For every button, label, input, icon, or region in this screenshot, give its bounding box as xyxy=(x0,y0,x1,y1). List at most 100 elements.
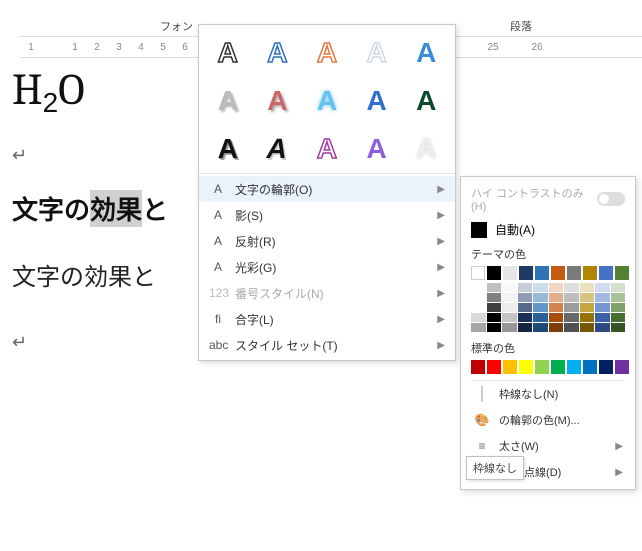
text-effect-preset[interactable]: A xyxy=(255,79,301,123)
menu-item-影(S)[interactable]: A影(S)▶ xyxy=(199,202,455,228)
color-swatch[interactable] xyxy=(471,323,486,332)
auto-color-option[interactable]: 自動(A) xyxy=(471,221,625,238)
text-effect-preset[interactable]: A xyxy=(255,127,301,171)
text-effect-preset[interactable]: A xyxy=(304,79,350,123)
text-effect-preset[interactable]: A xyxy=(205,79,251,123)
color-swatch[interactable] xyxy=(580,313,595,322)
color-swatch[interactable] xyxy=(533,303,548,312)
color-swatch[interactable] xyxy=(518,283,533,292)
text-effect-preset[interactable]: A xyxy=(255,31,301,75)
color-swatch[interactable] xyxy=(518,323,533,332)
text-effect-preset[interactable]: A xyxy=(354,79,400,123)
color-swatch[interactable] xyxy=(583,266,597,280)
color-swatch[interactable] xyxy=(599,360,613,374)
color-swatch[interactable] xyxy=(595,313,610,322)
color-swatch[interactable] xyxy=(580,283,595,292)
color-swatch[interactable] xyxy=(567,266,581,280)
text-effect-preset[interactable]: A xyxy=(403,79,449,123)
color-swatch[interactable] xyxy=(580,303,595,312)
text-effect-preset[interactable]: A xyxy=(304,31,350,75)
color-swatch[interactable] xyxy=(580,293,595,302)
color-swatch[interactable] xyxy=(611,293,626,302)
color-swatch[interactable] xyxy=(564,323,579,332)
color-swatch[interactable] xyxy=(487,323,502,332)
text-effects-dropdown[interactable]: AAAAAAAAAAAAAAA A文字の輪郭(O)▶A影(S)▶A反射(R)▶A… xyxy=(198,24,456,361)
color-swatch[interactable] xyxy=(551,360,565,374)
color-swatch[interactable] xyxy=(549,323,564,332)
text-effect-preset[interactable]: A xyxy=(205,31,251,75)
color-swatch[interactable] xyxy=(564,313,579,322)
color-swatch[interactable] xyxy=(615,360,629,374)
color-swatch[interactable] xyxy=(549,313,564,322)
color-swatch[interactable] xyxy=(487,283,502,292)
text-effect-preset[interactable]: A xyxy=(403,127,449,171)
color-swatch[interactable] xyxy=(535,266,549,280)
color-swatch[interactable] xyxy=(471,360,485,374)
color-swatch[interactable] xyxy=(533,313,548,322)
color-swatch[interactable] xyxy=(611,313,626,322)
color-swatch[interactable] xyxy=(518,303,533,312)
color-swatch[interactable] xyxy=(551,266,565,280)
text-effect-preset[interactable]: A xyxy=(304,127,350,171)
color-swatch[interactable] xyxy=(611,323,626,332)
color-swatch[interactable] xyxy=(487,313,502,322)
color-swatch[interactable] xyxy=(533,283,548,292)
color-swatch[interactable] xyxy=(487,303,502,312)
color-swatch[interactable] xyxy=(502,293,517,302)
color-swatch[interactable] xyxy=(595,303,610,312)
high-contrast-toggle[interactable] xyxy=(597,192,625,206)
color-swatch[interactable] xyxy=(580,323,595,332)
color-swatch[interactable] xyxy=(564,293,579,302)
color-swatch[interactable] xyxy=(535,360,549,374)
color-swatch[interactable] xyxy=(549,303,564,312)
text-effect-preset[interactable]: A xyxy=(205,127,251,171)
color-swatch[interactable] xyxy=(611,283,626,292)
color-swatch[interactable] xyxy=(549,283,564,292)
menu-item-光彩(G)[interactable]: A光彩(G)▶ xyxy=(199,254,455,280)
color-swatch[interactable] xyxy=(503,266,517,280)
color-swatch[interactable] xyxy=(583,360,597,374)
color-swatch[interactable] xyxy=(549,293,564,302)
color-swatch[interactable] xyxy=(519,266,533,280)
menu-item-合字(L)[interactable]: fi合字(L)▶ xyxy=(199,306,455,332)
ribbon-paragraph-label: 段落 xyxy=(510,18,532,34)
chevron-right-icon: ▶ xyxy=(437,340,445,351)
outline-option-palette[interactable]: 🎨の輪郭の色(M)... xyxy=(471,407,625,433)
text-effect-preset[interactable]: A xyxy=(403,31,449,75)
outline-option-no-outline[interactable]: 枠線なし(N) xyxy=(471,381,625,407)
color-swatch[interactable] xyxy=(502,323,517,332)
color-swatch[interactable] xyxy=(595,283,610,292)
color-swatch[interactable] xyxy=(519,360,533,374)
color-swatch[interactable] xyxy=(567,360,581,374)
outline-color-submenu[interactable]: ハイ コントラストのみ(H) 自動(A) テーマの色 標準の色 枠線なし(N)🎨… xyxy=(460,176,636,490)
color-swatch[interactable] xyxy=(518,293,533,302)
color-swatch[interactable] xyxy=(599,266,613,280)
color-swatch[interactable] xyxy=(564,303,579,312)
text-effect-preset[interactable]: A xyxy=(354,127,400,171)
color-swatch[interactable] xyxy=(595,323,610,332)
color-swatch[interactable] xyxy=(502,313,517,322)
color-swatch[interactable] xyxy=(595,293,610,302)
text-effect-preset[interactable]: A xyxy=(354,31,400,75)
color-swatch[interactable] xyxy=(471,266,485,280)
color-swatch[interactable] xyxy=(487,293,502,302)
color-swatch[interactable] xyxy=(564,283,579,292)
chevron-right-icon: ▶ xyxy=(437,184,445,195)
color-swatch[interactable] xyxy=(615,266,629,280)
color-swatch[interactable] xyxy=(533,323,548,332)
color-swatch[interactable] xyxy=(471,303,486,312)
menu-item-文字の輪郭(O)[interactable]: A文字の輪郭(O)▶ xyxy=(199,176,455,202)
color-swatch[interactable] xyxy=(533,293,548,302)
color-swatch[interactable] xyxy=(518,313,533,322)
color-swatch[interactable] xyxy=(502,283,517,292)
color-swatch[interactable] xyxy=(502,303,517,312)
color-swatch[interactable] xyxy=(471,313,486,322)
color-swatch[interactable] xyxy=(471,293,486,302)
menu-item-スタイル セット(T)[interactable]: abcスタイル セット(T)▶ xyxy=(199,332,455,358)
color-swatch[interactable] xyxy=(487,266,501,280)
color-swatch[interactable] xyxy=(503,360,517,374)
color-swatch[interactable] xyxy=(471,283,486,292)
color-swatch[interactable] xyxy=(611,303,626,312)
menu-item-反射(R)[interactable]: A反射(R)▶ xyxy=(199,228,455,254)
color-swatch[interactable] xyxy=(487,360,501,374)
